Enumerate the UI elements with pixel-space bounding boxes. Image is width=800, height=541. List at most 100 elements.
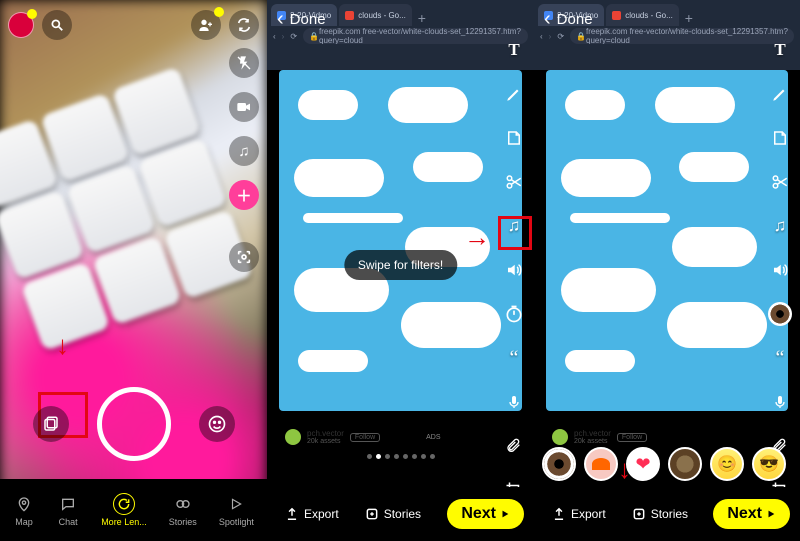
next-button[interactable]: Next: [447, 499, 524, 529]
pencil-icon: [505, 85, 523, 103]
quote-icon: “: [510, 347, 519, 370]
quote-icon: “: [776, 347, 785, 370]
link-tool[interactable]: [500, 432, 528, 460]
scissors-icon: [505, 173, 523, 191]
scan-icon: [236, 249, 252, 265]
plus-icon: +: [414, 10, 430, 26]
nav-more-lenses[interactable]: More Len...: [101, 493, 147, 527]
swipe-tip-label: Swipe for filters!: [358, 258, 443, 272]
music-button[interactable]: ♫: [229, 136, 259, 166]
filter-thumb[interactable]: [584, 447, 618, 481]
nav-map[interactable]: Map: [13, 493, 35, 527]
bottom-nav: Map Chat More Len... Stories Spotlight: [0, 479, 267, 541]
plus-icon: ＋: [236, 185, 251, 206]
shutter-button[interactable]: [97, 387, 171, 461]
nav-label: More Len...: [101, 517, 147, 527]
mic-tool[interactable]: [500, 388, 528, 416]
filter-dots: [367, 454, 435, 459]
next-button[interactable]: Next: [713, 499, 790, 529]
profile-bitmoji[interactable]: [8, 12, 34, 38]
filter-thumb[interactable]: [668, 447, 702, 481]
memories-button[interactable]: [33, 406, 69, 442]
shutter-area: [0, 387, 267, 461]
export-icon: [285, 507, 299, 521]
camera-side-tools: ♫ ＋: [229, 48, 259, 272]
nav-stories[interactable]: Stories: [169, 493, 197, 527]
text-tool[interactable]: T: [500, 36, 528, 64]
scissors-tool[interactable]: [766, 168, 794, 196]
speaker-icon: [771, 261, 789, 279]
stories-add-icon: [632, 507, 646, 521]
stories-button[interactable]: Stories: [624, 501, 696, 527]
video-button[interactable]: [229, 92, 259, 122]
chevron-left-icon: ‹: [540, 32, 543, 41]
export-label: Export: [571, 507, 606, 521]
plus-icon: +: [681, 10, 697, 26]
search-button[interactable]: [42, 10, 72, 40]
tab-label: clouds - Go...: [358, 11, 406, 20]
refresh-icon: ⟳: [290, 32, 297, 41]
url-text: freepik.com free-vector/white-clouds-set…: [586, 28, 788, 44]
text-tool[interactable]: T: [766, 36, 794, 64]
nav-spotlight[interactable]: Spotlight: [219, 493, 254, 527]
sticker-tool[interactable]: [766, 124, 794, 152]
flip-camera-button[interactable]: [229, 10, 259, 40]
filter-carousel[interactable]: ❤ 😊 😎: [542, 447, 786, 481]
stories-button[interactable]: Stories: [357, 501, 429, 527]
swipe-tip: Swipe for filters!: [344, 250, 457, 280]
follow-button: Follow: [350, 433, 380, 442]
timer-tool[interactable]: [500, 300, 528, 328]
url-text: freepik.com free-vector/white-clouds-set…: [319, 28, 522, 44]
browser-tab-active: clouds - Go...: [606, 4, 679, 26]
sticker-tool[interactable]: [500, 124, 528, 152]
chevron-right-icon: ›: [549, 32, 552, 41]
scissors-icon: [771, 173, 789, 191]
done-label: Done: [557, 11, 593, 28]
play-icon: [229, 497, 243, 511]
filter-thumb[interactable]: 😎: [752, 447, 786, 481]
filter-thumb[interactable]: ❤: [626, 447, 660, 481]
quote-tool[interactable]: “: [766, 344, 794, 372]
sound-tool[interactable]: [500, 256, 528, 284]
add-friend-button[interactable]: [191, 10, 221, 40]
stories-add-icon: [365, 507, 379, 521]
draw-tool[interactable]: [500, 80, 528, 108]
flash-off-icon: [236, 55, 252, 71]
music-tool[interactable]: ♫: [766, 212, 794, 240]
quote-tool[interactable]: “: [500, 344, 528, 372]
pencil-icon: [771, 85, 789, 103]
flash-button[interactable]: [229, 48, 259, 78]
avatar: [552, 429, 568, 445]
filter-thumb[interactable]: [542, 447, 576, 481]
next-label: Next: [461, 505, 496, 523]
export-button[interactable]: Export: [277, 501, 347, 527]
scan-button[interactable]: [229, 242, 259, 272]
scissors-tool[interactable]: [500, 168, 528, 196]
export-label: Export: [304, 507, 339, 521]
nav-chat[interactable]: Chat: [57, 493, 79, 527]
add-friend-icon: [198, 17, 214, 33]
export-button[interactable]: Export: [544, 501, 614, 527]
done-button[interactable]: ‹ Done: [544, 8, 593, 31]
text-icon: T: [774, 40, 785, 60]
emoji-button[interactable]: [199, 406, 235, 442]
add-button[interactable]: ＋: [229, 180, 259, 210]
nav-label: Spotlight: [219, 517, 254, 527]
next-label: Next: [727, 505, 762, 523]
sound-tool[interactable]: [766, 256, 794, 284]
lock-icon: 🔒: [576, 32, 586, 41]
smiley-icon: [207, 414, 227, 434]
edit-bottom-bar: Export Stories Next: [534, 487, 800, 541]
eye-filter-preview[interactable]: [766, 300, 794, 328]
draw-tool[interactable]: [766, 80, 794, 108]
mic-tool[interactable]: [766, 388, 794, 416]
refresh-icon: [117, 497, 131, 511]
edit-screen-filters: 2-20-Vidmo clouds - Go... + ‹ › ⟳ 🔒freep…: [267, 0, 534, 541]
chat-icon: [60, 496, 76, 512]
author-meta: 20k assets: [574, 438, 611, 445]
done-button[interactable]: ‹ Done: [277, 8, 326, 31]
done-label: Done: [290, 11, 326, 28]
edit-tool-rail: T ♫ “: [500, 36, 528, 541]
filter-thumb[interactable]: 😊: [710, 447, 744, 481]
map-pin-icon: [16, 496, 32, 512]
